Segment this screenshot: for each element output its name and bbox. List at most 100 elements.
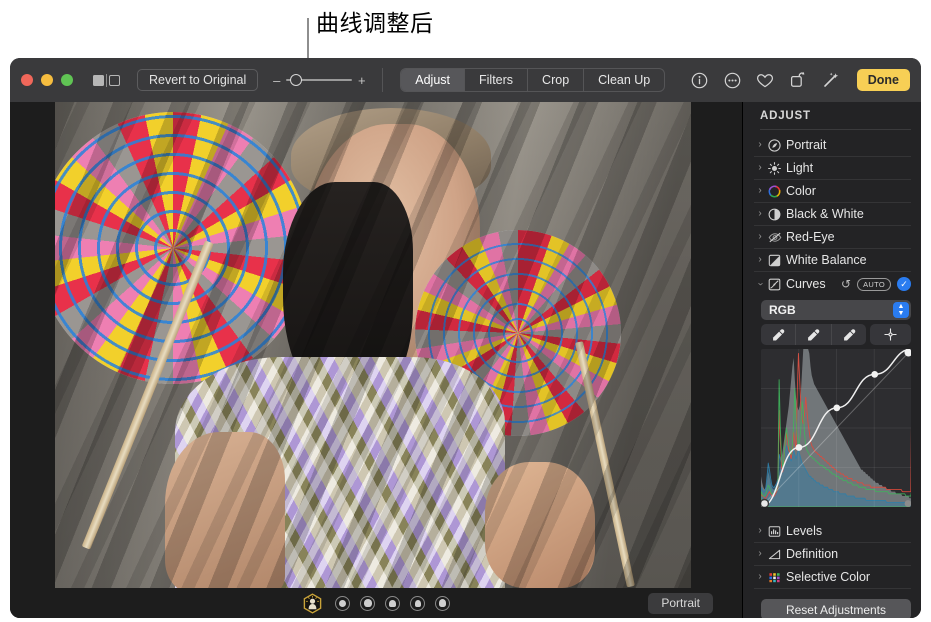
tab-crop[interactable]: Crop	[528, 69, 585, 91]
close-button[interactable]	[21, 74, 33, 86]
curves-chart[interactable]	[761, 349, 911, 507]
curves-tool-row	[761, 324, 911, 345]
curves-channel-select[interactable]: RGB ▲ ▼	[761, 300, 911, 320]
black-point-eyedropper-icon[interactable]	[761, 324, 797, 345]
edited-photo[interactable]	[55, 102, 691, 588]
sidebar-item-selective-color[interactable]: › Selective Color	[754, 566, 911, 589]
chevron-right-icon[interactable]: ›	[754, 232, 766, 242]
lighting-mode-studio-light[interactable]	[360, 595, 375, 611]
chevron-right-icon[interactable]: ›	[754, 186, 766, 196]
sidebar-item-light[interactable]: › Light	[754, 157, 911, 180]
lighting-mode-natural-light[interactable]	[335, 595, 350, 611]
curves-controls: ↺ AUTO ✓	[841, 277, 911, 291]
minimize-button[interactable]	[41, 74, 53, 86]
portrait-mode-button[interactable]: Portrait	[648, 592, 713, 614]
chevron-right-icon[interactable]: ›	[754, 526, 766, 536]
sidebar-item-label: Color	[786, 184, 816, 198]
zoom-slider-track[interactable]	[286, 73, 353, 87]
chevron-down-icon: ▼	[897, 310, 905, 317]
chevron-down-icon[interactable]: ›	[755, 278, 766, 290]
sidebar-adjustments-bottom: › Levels › Definition › Selective Color	[743, 520, 921, 589]
white-balance-icon	[766, 254, 783, 267]
light-icon	[766, 161, 783, 175]
curves-icon	[766, 278, 783, 291]
edit-mode-segmented-control[interactable]: Adjust Filters Crop Clean Up	[400, 68, 666, 92]
gray-point-eyedropper-icon[interactable]	[796, 324, 832, 345]
reset-adjustments-button[interactable]: Reset Adjustments	[761, 599, 911, 618]
sidebar-title: ADJUST	[760, 110, 811, 122]
split-view-right-pane-icon	[109, 74, 120, 86]
black-and-white-icon	[766, 208, 783, 221]
annotation-label: 曲线调整后	[316, 10, 434, 36]
checkmark-icon[interactable]: ✓	[897, 277, 911, 291]
portrait-lighting-modes[interactable]	[335, 595, 450, 611]
lighting-mode-contour-light[interactable]	[385, 595, 400, 611]
sidebar-item-white-balance[interactable]: › White Balance	[754, 249, 911, 272]
zoom-slider-knob[interactable]	[290, 74, 303, 86]
screenshot-root: 曲线调整后 Revert to Original – + Adjust Filt…	[0, 0, 931, 622]
split-view-icon[interactable]	[93, 73, 120, 87]
sidebar-item-label: White Balance	[786, 253, 867, 267]
chevron-right-icon[interactable]: ›	[754, 140, 766, 150]
done-button[interactable]: Done	[856, 69, 910, 91]
chevron-up-icon: ▲	[897, 303, 905, 310]
favorite-heart-icon[interactable]	[756, 71, 775, 90]
sidebar-item-label: Definition	[786, 547, 839, 561]
split-view-divider-icon	[106, 73, 107, 87]
photo-bottom-bar: Portrait	[10, 588, 742, 618]
rotate-icon[interactable]	[789, 71, 808, 90]
sidebar-item-color[interactable]: › Color	[754, 180, 911, 203]
white-point-eyedropper-icon[interactable]	[832, 324, 866, 345]
info-icon[interactable]	[690, 71, 709, 90]
zoom-slider-control[interactable]: – +	[272, 73, 366, 87]
sidebar-item-portrait[interactable]: › Portrait	[754, 134, 911, 157]
sidebar-item-red-eye[interactable]: › Red-Eye	[754, 226, 911, 249]
chevron-right-icon[interactable]: ›	[754, 163, 766, 173]
undo-arrow-icon[interactable]: ↺	[841, 277, 851, 291]
window-content: Portrait ADJUST › Portrait › Light › Col…	[10, 102, 921, 618]
split-view-left-pane-icon	[93, 74, 104, 86]
definition-icon	[766, 548, 783, 561]
zoom-out-icon[interactable]: –	[272, 74, 281, 87]
curves-editor[interactable]	[761, 349, 911, 507]
sidebar-adjustments-top: › Portrait › Light › Color › Black & Whi…	[743, 134, 921, 507]
photos-editor-window: Revert to Original – + Adjust Filters Cr…	[10, 58, 921, 618]
sidebar-item-label: Portrait	[786, 138, 827, 152]
window-controls	[21, 74, 73, 86]
subject-hand	[485, 462, 595, 588]
toolbar-actions: Done	[690, 69, 910, 91]
sidebar-item-definition[interactable]: › Definition	[754, 543, 911, 566]
chevron-right-icon[interactable]: ›	[754, 209, 766, 219]
sidebar-item-label: Black & White	[786, 207, 864, 221]
red-eye-icon	[766, 231, 783, 244]
chevron-updown-icon[interactable]: ▲ ▼	[893, 302, 909, 318]
tab-clean-up[interactable]: Clean Up	[584, 69, 664, 91]
chevron-right-icon[interactable]: ›	[754, 549, 766, 559]
portrait-lighting-hexagon-icon[interactable]	[302, 592, 323, 614]
magic-wand-icon[interactable]	[822, 71, 841, 90]
tab-adjust[interactable]: Adjust	[401, 69, 466, 91]
photo-canvas: Portrait	[10, 102, 742, 618]
sidebar-title-divider	[760, 129, 911, 130]
chevron-right-icon[interactable]: ›	[754, 572, 766, 582]
maximize-button[interactable]	[61, 74, 73, 86]
curves-channel-value: RGB	[769, 303, 796, 317]
sidebar-item-black-and-white[interactable]: › Black & White	[754, 203, 911, 226]
chevron-right-icon[interactable]: ›	[754, 255, 766, 265]
add-point-icon[interactable]	[870, 324, 911, 345]
more-options-icon[interactable]	[723, 71, 742, 90]
zoom-in-icon[interactable]: +	[357, 74, 366, 87]
sidebar-item-label: Levels	[786, 524, 823, 538]
sidebar-item-levels[interactable]: › Levels	[754, 520, 911, 543]
levels-icon	[766, 525, 783, 538]
color-wheel-icon	[766, 185, 783, 198]
window-toolbar: Revert to Original – + Adjust Filters Cr…	[10, 58, 921, 102]
lighting-mode-stage-light[interactable]	[410, 595, 425, 611]
sidebar-item-curves[interactable]: › Curves ↺ AUTO ✓	[754, 272, 911, 296]
revert-to-original-button[interactable]: Revert to Original	[137, 69, 259, 91]
lighting-mode-stage-light-mono[interactable]	[435, 595, 450, 611]
auto-button[interactable]: AUTO	[857, 277, 891, 291]
portrait-icon	[766, 138, 783, 152]
toolbar-divider	[382, 68, 384, 92]
tab-filters[interactable]: Filters	[465, 69, 529, 91]
